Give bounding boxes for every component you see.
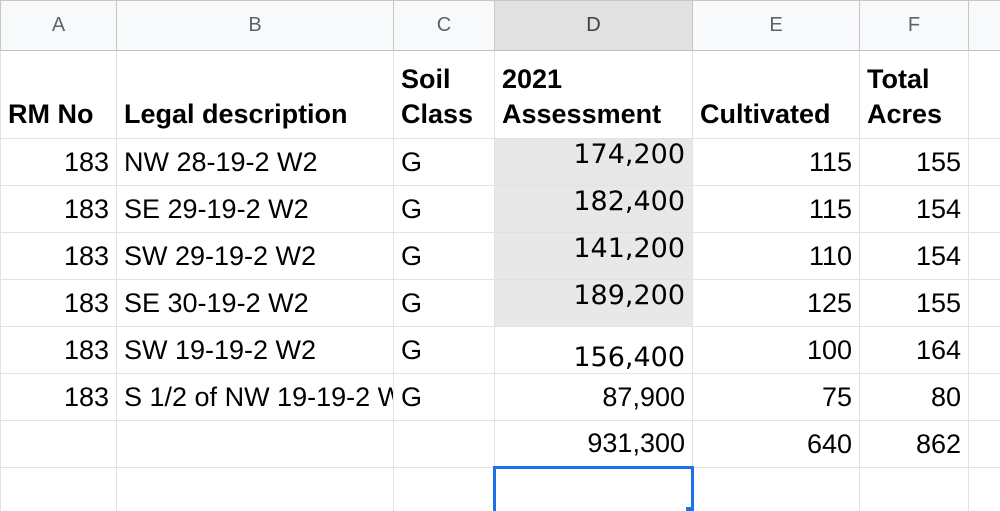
column-header-a[interactable]: A <box>0 0 117 51</box>
cell-empty[interactable] <box>692 467 860 511</box>
cell-total-acres[interactable]: 80 <box>859 373 969 421</box>
blank-row <box>0 466 1000 511</box>
column-header-e[interactable]: E <box>692 0 860 51</box>
cell-assessment[interactable]: 141,200 <box>494 232 693 280</box>
cell-soil-class[interactable]: G <box>393 279 495 327</box>
cell-soil-class[interactable]: G <box>393 232 495 280</box>
cell-soil-class[interactable]: G <box>393 326 495 374</box>
cell-d2[interactable]: 2021 Assessment <box>494 50 693 139</box>
cell-empty[interactable] <box>968 185 1000 233</box>
cell-cultivated[interactable]: 75 <box>692 373 860 421</box>
cell-g2[interactable] <box>968 50 1000 139</box>
cell-rm-no[interactable]: 183 <box>0 326 117 374</box>
cell-cultivated[interactable]: 100 <box>692 326 860 374</box>
cell-f2[interactable]: Total Acres <box>859 50 969 139</box>
cell-soil-class[interactable]: G <box>393 185 495 233</box>
table-row: 183 NW 28-19-2 W2 G 174,200 115 155 <box>0 138 1000 186</box>
cell-empty[interactable] <box>859 467 969 511</box>
cell-assessment[interactable]: 156,400 <box>494 326 693 374</box>
column-header-g[interactable] <box>968 0 1000 51</box>
column-header-d[interactable]: D <box>494 0 693 51</box>
cell-legal-description[interactable]: SE 30-19-2 W2 <box>116 279 394 327</box>
totals-row: 931,300 640 862 <box>0 420 1000 468</box>
spreadsheet-grid: A B C D E F RM No Legal description Soil… <box>0 0 1000 511</box>
header-total-acres-line2: Acres <box>867 99 943 129</box>
cell-rm-no[interactable]: 183 <box>0 185 117 233</box>
cell-assessment[interactable]: 174,200 <box>494 138 693 186</box>
cell-legal-description[interactable]: S 1/2 of NW 19-19-2 W2 <box>116 373 394 421</box>
cell-empty[interactable] <box>0 467 117 511</box>
cell-empty[interactable] <box>968 232 1000 280</box>
header-total-acres-line1: Total <box>867 64 930 94</box>
cell-empty[interactable] <box>393 467 495 511</box>
cell-legal-description[interactable]: SW 19-19-2 W2 <box>116 326 394 374</box>
spreadsheet: A B C D E F RM No Legal description Soil… <box>0 0 1000 511</box>
cell-empty[interactable] <box>393 420 495 468</box>
cell-empty[interactable] <box>968 279 1000 327</box>
cell-empty[interactable] <box>968 138 1000 186</box>
cell-b2[interactable]: Legal description <box>116 50 394 139</box>
cell-total-acres[interactable]: 164 <box>859 326 969 374</box>
cell-e2[interactable]: Cultivated <box>692 50 860 139</box>
header-rm-no: RM No <box>8 99 94 129</box>
table-row: 183 SW 29-19-2 W2 G 141,200 110 154 <box>0 232 1000 280</box>
cell-total-acres-sum[interactable]: 862 <box>859 420 969 468</box>
column-header-row: A B C D E F <box>0 0 1000 51</box>
cell-cultivated[interactable]: 125 <box>692 279 860 327</box>
table-header-row: RM No Legal description Soil Class 2021 As… <box>0 50 1000 139</box>
header-assessment-line2: Assessment <box>502 99 662 129</box>
cell-empty[interactable] <box>116 467 394 511</box>
column-header-b[interactable]: B <box>116 0 394 51</box>
cell-soil-class[interactable]: G <box>393 138 495 186</box>
cell-total-acres[interactable]: 155 <box>859 138 969 186</box>
cell-empty[interactable] <box>968 373 1000 421</box>
header-cultivated: Cultivated <box>700 99 831 129</box>
cell-legal-description[interactable]: SW 29-19-2 W2 <box>116 232 394 280</box>
table-row: 183 SE 30-19-2 W2 G 189,200 125 155 <box>0 279 1000 327</box>
cell-assessment[interactable]: 87,900 <box>494 373 693 421</box>
cell-a2[interactable]: RM No <box>0 50 117 139</box>
column-header-c[interactable]: C <box>393 0 495 51</box>
cell-cultivated[interactable]: 115 <box>692 185 860 233</box>
table-row: 183 S 1/2 of NW 19-19-2 W2 G 87,900 75 8… <box>0 373 1000 421</box>
cell-total-cultivated[interactable]: 640 <box>692 420 860 468</box>
cell-legal-description[interactable]: SE 29-19-2 W2 <box>116 185 394 233</box>
header-soil-class-line2: Class <box>401 99 474 129</box>
active-cell-d10[interactable] <box>493 466 694 511</box>
cell-assessment[interactable]: 182,400 <box>494 185 693 233</box>
cell-total-acres[interactable]: 154 <box>859 232 969 280</box>
cell-assessment[interactable]: 189,200 <box>494 279 693 327</box>
table-row: 183 SE 29-19-2 W2 G 182,400 115 154 <box>0 185 1000 233</box>
cell-cultivated[interactable]: 110 <box>692 232 860 280</box>
cell-empty[interactable] <box>116 420 394 468</box>
cell-soil-class[interactable]: G <box>393 373 495 421</box>
cell-empty[interactable] <box>968 326 1000 374</box>
cell-empty[interactable] <box>968 467 1000 511</box>
cell-empty[interactable] <box>968 420 1000 468</box>
cell-total-acres[interactable]: 154 <box>859 185 969 233</box>
cell-cultivated[interactable]: 115 <box>692 138 860 186</box>
cell-rm-no[interactable]: 183 <box>0 373 117 421</box>
header-soil-class-line1: Soil <box>401 64 451 94</box>
cell-legal-description[interactable]: NW 28-19-2 W2 <box>116 138 394 186</box>
cell-rm-no[interactable]: 183 <box>0 232 117 280</box>
cell-total-acres[interactable]: 155 <box>859 279 969 327</box>
header-assessment-line1: 2021 <box>502 64 563 94</box>
header-legal-description: Legal description <box>124 99 348 129</box>
table-row: 183 SW 19-19-2 W2 G 156,400 100 164 <box>0 326 1000 374</box>
fill-handle[interactable] <box>685 506 690 511</box>
cell-total-assessment[interactable]: 931,300 <box>494 420 693 468</box>
cell-rm-no[interactable]: 183 <box>0 279 117 327</box>
cell-empty[interactable] <box>0 420 117 468</box>
cell-c2[interactable]: Soil Class <box>393 50 495 139</box>
column-header-f[interactable]: F <box>859 0 969 51</box>
cell-rm-no[interactable]: 183 <box>0 138 117 186</box>
